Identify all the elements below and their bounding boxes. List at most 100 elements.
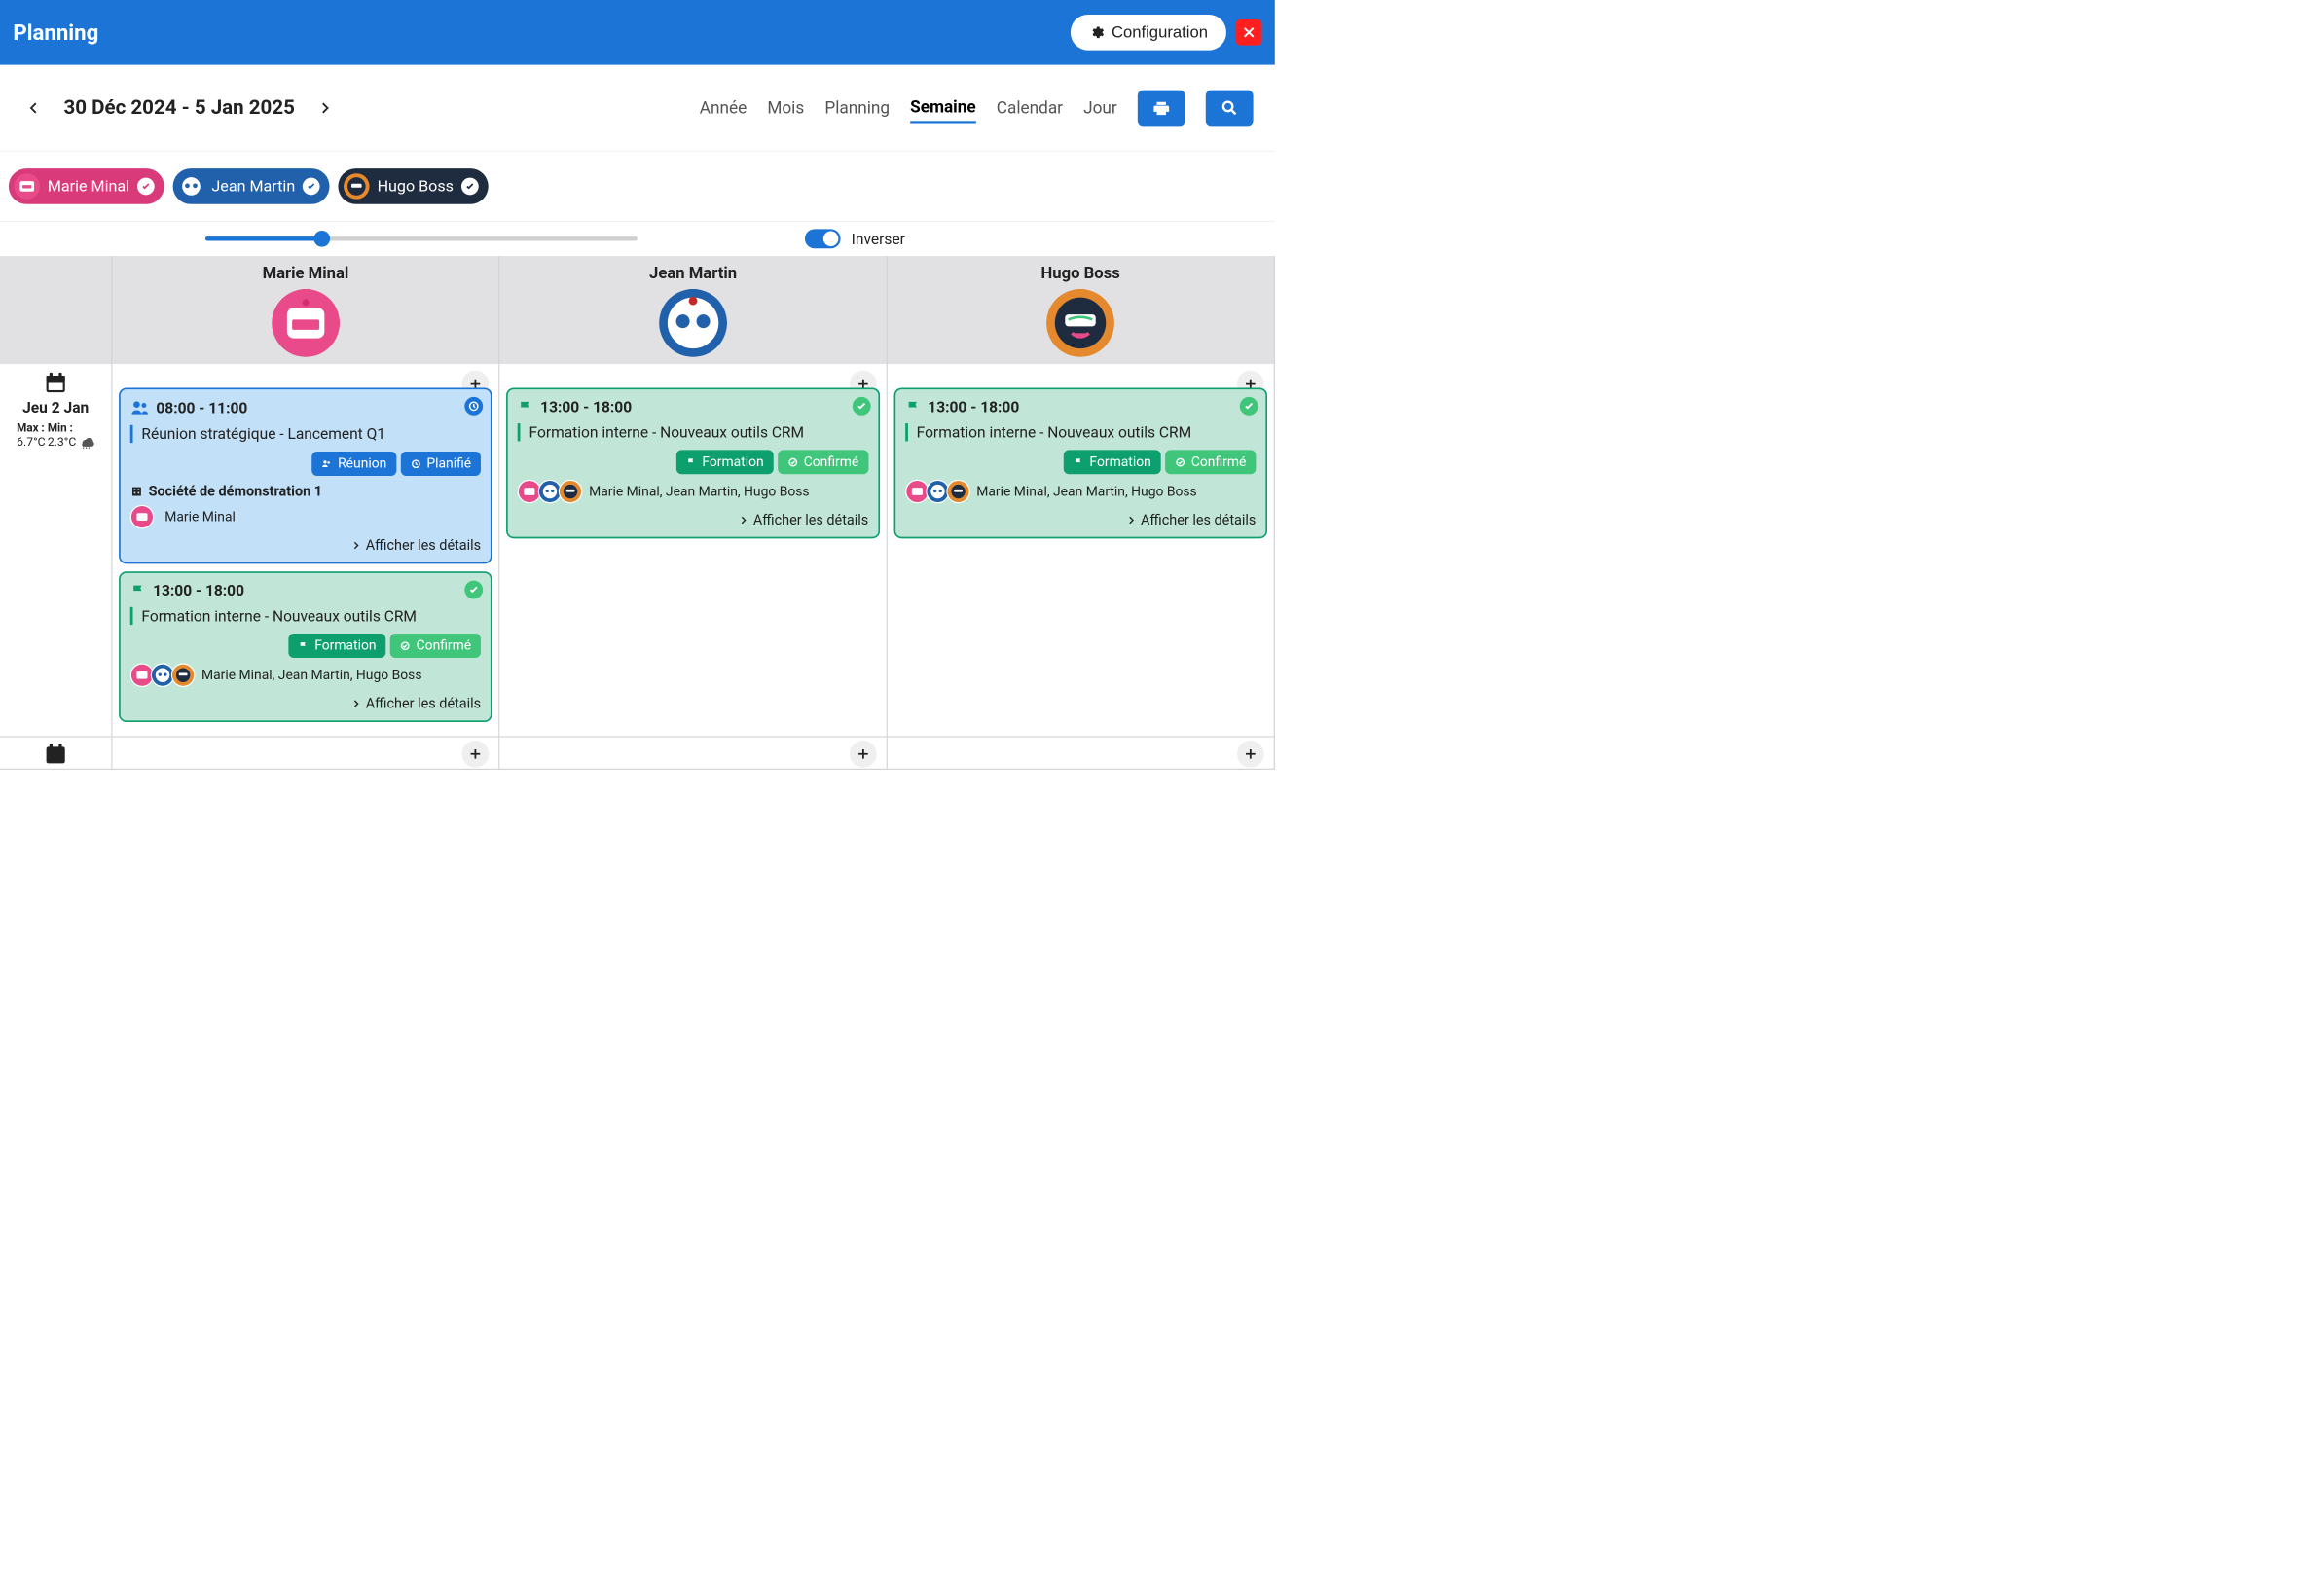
badge-status: Planifié bbox=[401, 452, 481, 476]
day-cell-jean: 13:00 - 18:00 Formation interne - Nouvea… bbox=[500, 364, 888, 738]
add-event-button[interactable] bbox=[850, 741, 877, 768]
chevron-right-icon bbox=[317, 97, 331, 119]
calendar-day-icon bbox=[43, 742, 68, 767]
invert-toggle[interactable] bbox=[805, 229, 841, 248]
badge-type: Formation bbox=[676, 450, 774, 474]
card-header: 08:00 - 11:00 bbox=[130, 398, 481, 417]
avatar-mini-icon bbox=[171, 664, 195, 687]
prev-week-button[interactable] bbox=[21, 95, 47, 121]
details-label: Afficher les détails bbox=[366, 696, 481, 712]
filter-chip-jean[interactable]: Jean Martin bbox=[172, 168, 329, 204]
filter-chip-label: Hugo Boss bbox=[378, 177, 454, 196]
weather-max-val: 6.7°C bbox=[17, 435, 45, 450]
close-icon bbox=[1241, 25, 1257, 41]
event-card-formation-hugo[interactable]: 13:00 - 18:00 Formation interne - Nouvea… bbox=[893, 387, 1267, 538]
day-date: Jeu 2 Jan bbox=[22, 399, 89, 417]
column-name: Marie Minal bbox=[263, 264, 349, 282]
details-label: Afficher les détails bbox=[753, 512, 868, 528]
search-icon bbox=[1221, 98, 1239, 117]
day-cell-hugo: 13:00 - 18:00 Formation interne - Nouvea… bbox=[888, 364, 1275, 738]
card-header: 13:00 - 18:00 bbox=[130, 582, 481, 599]
day-cell-next-hugo bbox=[888, 738, 1275, 770]
building-icon bbox=[130, 485, 143, 497]
avatar-marie-large-icon bbox=[272, 289, 340, 357]
gear-icon bbox=[1089, 25, 1105, 41]
flag-icon bbox=[130, 583, 147, 599]
filter-chip-label: Marie Minal bbox=[48, 177, 129, 196]
add-event-button[interactable] bbox=[1237, 741, 1264, 768]
view-planning[interactable]: Planning bbox=[824, 93, 890, 122]
attendee-row: Marie Minal, Jean Martin, Hugo Boss bbox=[518, 480, 868, 503]
show-details-link[interactable]: Afficher les détails bbox=[130, 696, 481, 712]
view-jour[interactable]: Jour bbox=[1083, 93, 1117, 122]
chevron-right-small-icon bbox=[350, 540, 361, 551]
badge-row: Réunion Planifié bbox=[130, 452, 481, 476]
app-header: Planning Configuration bbox=[0, 0, 1275, 65]
slider-thumb[interactable] bbox=[313, 231, 330, 247]
details-label: Afficher les détails bbox=[1141, 512, 1256, 528]
day-cell-next-jean bbox=[500, 738, 888, 770]
attendee-row: Marie Minal, Jean Martin, Hugo Boss bbox=[905, 480, 1256, 503]
flag-small-icon bbox=[1074, 456, 1084, 467]
attendee-names: Marie Minal, Jean Martin, Hugo Boss bbox=[976, 484, 1196, 499]
day-cell-label: Jeu 2 Jan Max :6.7°C Min :2.3°C bbox=[0, 364, 112, 738]
filter-chip-marie[interactable]: Marie Minal bbox=[9, 168, 164, 204]
close-button[interactable] bbox=[1236, 19, 1262, 46]
chevron-right-small-icon bbox=[738, 515, 748, 526]
search-button[interactable] bbox=[1206, 90, 1254, 126]
next-week-button[interactable] bbox=[312, 95, 338, 121]
rain-icon bbox=[79, 433, 95, 450]
owner-name: Marie Minal bbox=[164, 509, 236, 525]
column-header-jean: Jean Martin bbox=[500, 256, 888, 364]
event-card-meeting[interactable]: 08:00 - 11:00 Réunion stratégique - Lanc… bbox=[119, 387, 492, 563]
view-annee[interactable]: Année bbox=[700, 93, 747, 122]
toolbar: 30 Déc 2024 - 5 Jan 2025 Année Mois Plan… bbox=[0, 65, 1275, 152]
slider-fill bbox=[205, 236, 322, 240]
show-details-link[interactable]: Afficher les détails bbox=[130, 537, 481, 554]
toggle-thumb bbox=[823, 232, 839, 247]
weather-min-lbl: Min : bbox=[48, 421, 76, 435]
print-button[interactable] bbox=[1138, 90, 1185, 126]
view-semaine[interactable]: Semaine bbox=[910, 92, 975, 124]
event-title: Formation interne - Nouveaux outils CRM bbox=[518, 423, 868, 441]
avatar-hugo-large-icon bbox=[1046, 289, 1114, 357]
check-icon bbox=[461, 177, 479, 195]
event-time: 13:00 - 18:00 bbox=[540, 398, 632, 416]
view-calendar[interactable]: Calendar bbox=[997, 93, 1063, 122]
filter-chip-hugo[interactable]: Hugo Boss bbox=[339, 168, 489, 204]
day-cell-next-marie bbox=[112, 738, 499, 770]
controls-row: Inverser bbox=[0, 222, 1275, 257]
company-row: Société de démonstration 1 bbox=[130, 484, 481, 500]
app-title: Planning bbox=[13, 19, 98, 45]
show-details-link[interactable]: Afficher les détails bbox=[905, 512, 1256, 528]
filter-bar: Marie Minal Jean Martin Hugo Boss bbox=[0, 151, 1275, 221]
avatar-mini-icon bbox=[130, 505, 154, 528]
check-circle-small-icon bbox=[1175, 456, 1185, 467]
details-label: Afficher les détails bbox=[366, 537, 481, 554]
add-event-button[interactable] bbox=[462, 741, 490, 768]
badge-status-label: Confirmé bbox=[1191, 454, 1247, 470]
flag-small-icon bbox=[686, 456, 697, 467]
show-details-link[interactable]: Afficher les détails bbox=[518, 512, 868, 528]
view-mois[interactable]: Mois bbox=[767, 93, 804, 122]
event-title: Formation interne - Nouveaux outils CRM bbox=[130, 607, 481, 625]
people-icon bbox=[130, 398, 150, 417]
configuration-button[interactable]: Configuration bbox=[1071, 15, 1226, 51]
date-range: 30 Déc 2024 - 5 Jan 2025 bbox=[63, 96, 294, 120]
weather-min-val: 2.3°C bbox=[48, 435, 76, 450]
event-title: Réunion stratégique - Lancement Q1 bbox=[130, 425, 481, 443]
avatar-jean-large-icon bbox=[659, 289, 727, 357]
event-card-formation-marie[interactable]: 13:00 - 18:00 Formation interne - Nouvea… bbox=[119, 571, 492, 722]
avatar-mini-icon bbox=[559, 480, 582, 503]
zoom-slider[interactable] bbox=[205, 236, 638, 240]
event-time: 13:00 - 18:00 bbox=[928, 398, 1019, 416]
avatar-mini-icon bbox=[946, 480, 969, 503]
event-title: Formation interne - Nouveaux outils CRM bbox=[905, 423, 1256, 441]
chevron-right-small-icon bbox=[1125, 515, 1136, 526]
attendee-row: Marie Minal, Jean Martin, Hugo Boss bbox=[130, 664, 481, 687]
planning-grid: Marie Minal Jean Martin Hugo Boss Jeu 2 … bbox=[0, 256, 1275, 770]
event-card-formation-jean[interactable]: 13:00 - 18:00 Formation interne - Nouvea… bbox=[506, 387, 880, 538]
view-switcher: Année Mois Planning Semaine Calendar Jou… bbox=[700, 90, 1254, 126]
badge-type-label: Formation bbox=[1089, 454, 1150, 470]
attendee-names: Marie Minal, Jean Martin, Hugo Boss bbox=[201, 668, 421, 683]
